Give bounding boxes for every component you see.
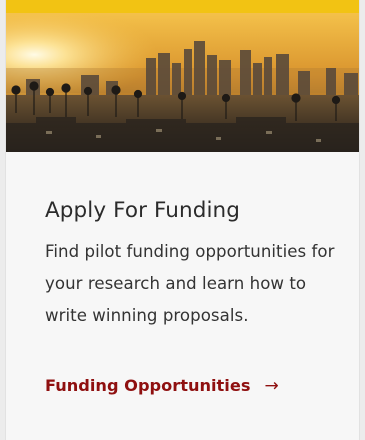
funding-card: Apply For Funding Find pilot funding opp… (6, 0, 359, 440)
card-title: Apply For Funding (45, 198, 241, 223)
hero-image (6, 13, 359, 152)
accent-bar (6, 0, 359, 13)
arrow-right-icon: → (264, 376, 279, 396)
funding-opportunities-link-label: Funding Opportunities (45, 376, 251, 395)
card-body: Apply For Funding Find pilot funding opp… (45, 196, 341, 332)
card-description: Find pilot funding opportunities for you… (45, 242, 335, 325)
funding-opportunities-link[interactable]: Funding Opportunities → (45, 374, 279, 398)
